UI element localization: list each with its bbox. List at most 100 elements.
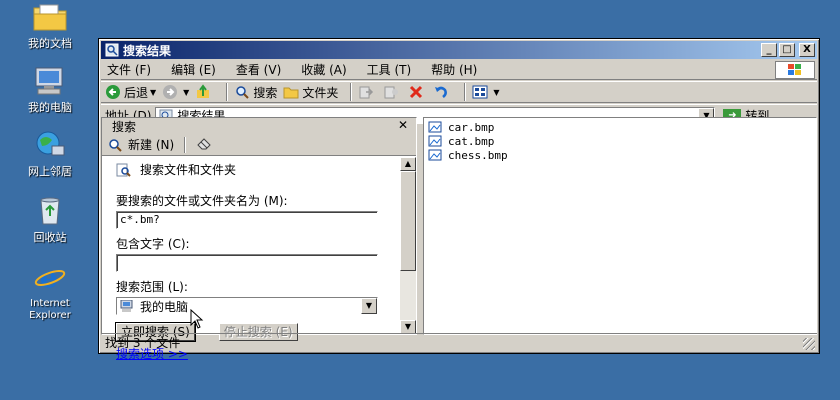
look-in-select[interactable]: 我的电脑 ▼ (116, 297, 378, 315)
desktop-icon-label: 回收站 (33, 231, 67, 244)
copy-to-button[interactable] (383, 84, 402, 100)
menu-tools[interactable]: 工具 (T) (367, 61, 412, 78)
toolbar: 后退 ▼ ▼ 搜索 文件夹 ▼ (101, 81, 817, 103)
desktop-icon-label: Internet Explorer (29, 298, 71, 321)
back-dropdown-icon[interactable]: ▼ (150, 88, 156, 97)
maximize-button[interactable]: □ (779, 43, 795, 57)
move-to-button[interactable] (358, 84, 377, 100)
up-folder-button[interactable] (195, 84, 214, 100)
folders-label: 文件夹 (302, 85, 339, 100)
search-results-window: 搜索结果 _ □ X 文件 (F) 编辑 (E) 查看 (V) 收藏 (A) 工… (98, 38, 820, 361)
toolbar-separator (350, 83, 353, 101)
desktop-icon-my-computer[interactable]: 我的电脑 (10, 66, 90, 114)
search-pane-toolbar: 新建 (N) (102, 134, 416, 156)
look-in-value: 我的电脑 (140, 299, 189, 314)
file-name: chess.bmp (448, 148, 508, 162)
search-pane-scrollbar[interactable]: ▲ ▼ (400, 157, 416, 334)
title-bar[interactable]: 搜索结果 _ □ X (101, 41, 817, 59)
back-label: 后退 (124, 85, 149, 100)
scroll-thumb[interactable] (400, 171, 416, 271)
look-in-label: 搜索范围 (L): (116, 280, 188, 294)
minimize-button[interactable]: _ (761, 43, 777, 57)
toolbar-separator (464, 83, 467, 101)
desktop-icon-internet-explorer[interactable]: e Internet Explorer (10, 261, 90, 322)
back-button[interactable]: 后退 ▼ (105, 84, 156, 101)
status-text: 找到 3 个文件 (105, 336, 181, 350)
list-item[interactable]: car.bmp (428, 120, 812, 134)
computer-icon (32, 66, 68, 98)
folders-button[interactable]: 文件夹 (283, 84, 338, 101)
svg-text:e: e (40, 262, 58, 292)
search-form: 搜索文件和文件夹 要搜索的文件或文件夹名为 (M): c*.bm? 包含文字 (… (102, 157, 400, 361)
file-name-input[interactable]: c*.bm? (116, 211, 378, 229)
new-search-button[interactable]: 新建 (N) (108, 136, 174, 153)
menu-favorites[interactable]: 收藏 (A) (301, 61, 346, 78)
delete-x-icon (410, 85, 423, 99)
results-list: car.bmp cat.bmp chess.bmp (423, 117, 817, 335)
list-item[interactable]: chess.bmp (428, 148, 812, 162)
close-button[interactable]: X (799, 43, 815, 57)
search-label: 搜索 (253, 85, 278, 100)
desktop-icon-label: 网上邻居 (28, 165, 72, 178)
back-arrow-icon (106, 85, 120, 99)
search-files-icon (116, 163, 131, 177)
views-button[interactable]: ▼ (472, 84, 500, 100)
scroll-down-icon[interactable]: ▼ (400, 320, 416, 334)
folder-icon (283, 87, 299, 99)
desktop-icon-recycle-bin[interactable]: 回收站 (10, 196, 90, 244)
desktop-icon-my-documents[interactable]: 我的文档 (10, 2, 90, 50)
desktop-icon-label: 我的电脑 (28, 101, 72, 114)
containing-text-input[interactable] (116, 254, 378, 272)
list-item[interactable]: cat.bmp (428, 134, 812, 148)
eraser-icon[interactable] (196, 136, 212, 153)
resize-grip-icon[interactable] (803, 338, 815, 350)
menu-file[interactable]: 文件 (F) (107, 61, 151, 78)
menu-bar: 文件 (F) 编辑 (E) 查看 (V) 收藏 (A) 工具 (T) 帮助 (H… (101, 60, 817, 80)
search-pane-close-icon[interactable]: ✕ (398, 118, 408, 132)
bitmap-file-icon (428, 135, 442, 147)
search-pane-title: 搜索 (112, 119, 137, 134)
toolbar-separator (226, 83, 229, 101)
file-name: car.bmp (448, 120, 495, 134)
bitmap-file-icon (428, 121, 442, 133)
up-folder-icon (197, 84, 210, 98)
windows-logo-icon (775, 61, 815, 79)
forward-arrow-icon (163, 85, 178, 99)
views-dropdown-icon[interactable]: ▼ (493, 88, 499, 97)
search-form-heading-text: 搜索文件和文件夹 (140, 163, 237, 177)
look-in-dropdown-icon[interactable]: ▼ (361, 298, 377, 314)
desktop-icon-label: 我的文档 (28, 37, 72, 50)
new-search-label: 新建 (N) (128, 138, 175, 152)
undo-icon (435, 86, 448, 98)
search-icon (236, 86, 250, 99)
network-globe-icon (32, 130, 68, 162)
views-icon (472, 85, 488, 99)
copy-to-icon (384, 86, 399, 99)
menu-help[interactable]: 帮助 (H) (431, 61, 477, 78)
scroll-up-icon[interactable]: ▲ (400, 157, 416, 171)
desktop-icon-network[interactable]: 网上邻居 (10, 130, 90, 178)
status-bar: 找到 3 个文件 (101, 333, 817, 351)
recycle-bin-icon (32, 196, 68, 228)
toolbar-separator (184, 136, 187, 153)
file-name: cat.bmp (448, 134, 495, 148)
delete-button[interactable] (408, 84, 427, 100)
menu-edit[interactable]: 编辑 (E) (171, 61, 216, 78)
bitmap-file-icon (428, 149, 442, 161)
search-pane-header: 搜索 ✕ (102, 118, 416, 134)
search-form-heading: 搜索文件和文件夹 (116, 161, 386, 178)
move-to-icon (359, 86, 374, 99)
search-button[interactable]: 搜索 (234, 84, 277, 101)
forward-button[interactable]: ▼ (162, 84, 189, 100)
containing-text-label: 包含文字 (C): (116, 237, 190, 251)
undo-button[interactable] (433, 84, 452, 100)
internet-explorer-icon: e (32, 261, 68, 294)
menu-view[interactable]: 查看 (V) (236, 61, 281, 78)
computer-icon (120, 300, 133, 312)
file-name-label: 要搜索的文件或文件夹名为 (M): (116, 194, 288, 208)
forward-dropdown-icon[interactable]: ▼ (183, 88, 189, 97)
mouse-cursor-icon (190, 308, 204, 332)
folder-icon (32, 2, 68, 34)
new-search-icon (109, 138, 122, 152)
search-pane: 搜索 ✕ 新建 (N) 搜索文件和文件夹 要搜索的文件或文件夹名为 (M): c… (101, 117, 417, 361)
